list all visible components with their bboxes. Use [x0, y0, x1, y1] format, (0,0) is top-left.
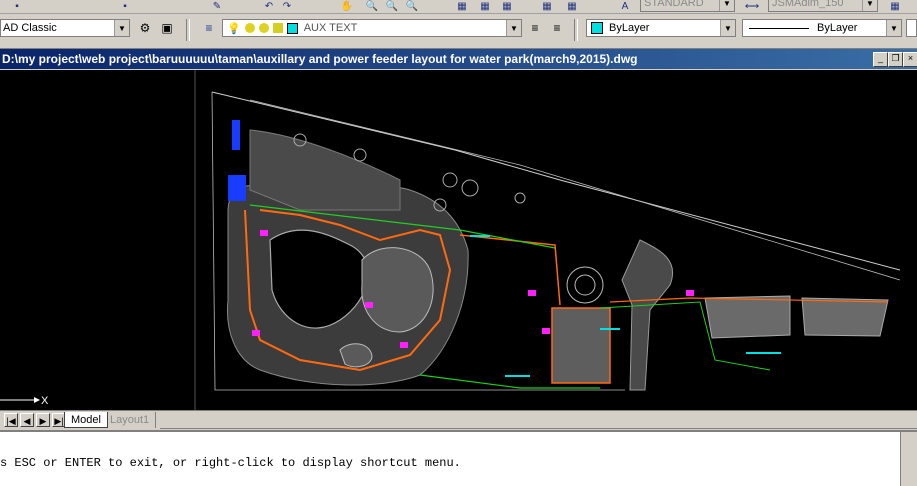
close-button[interactable]: × — [903, 52, 917, 67]
zoom-window-icon[interactable]: 🔍 — [385, 0, 399, 12]
command-window[interactable]: s ESC or ENTER to exit, or right-click t… — [0, 430, 917, 486]
color-swatch — [591, 22, 603, 34]
cad-drawing: X — [0, 70, 901, 410]
linetype-preview — [749, 27, 809, 29]
cable-label — [470, 235, 490, 237]
pump-house-main — [228, 175, 246, 201]
sun-icon — [244, 23, 255, 33]
distribution-panel — [260, 230, 268, 236]
dim-style-select[interactable]: JSMAdim_150 ▼ — [768, 0, 878, 12]
ucs-arrow — [34, 397, 40, 403]
distribution-panel — [365, 302, 373, 308]
toolbar-separator — [186, 19, 190, 41]
cable-label — [600, 328, 620, 330]
distribution-panel — [400, 342, 408, 348]
restore-button[interactable]: ❐ — [888, 52, 903, 67]
cable-label — [746, 352, 781, 354]
island-area — [361, 247, 434, 333]
small-island — [339, 343, 373, 368]
workspace-select[interactable]: AD Classic ▼ — [0, 19, 130, 37]
ucs-x-label: X — [41, 395, 49, 407]
chevron-down-icon: ▼ — [719, 0, 734, 11]
building-cluster — [249, 129, 401, 211]
markup-icon[interactable]: ▦ — [565, 0, 579, 12]
color-select[interactable]: ByLayer ▼ — [586, 19, 736, 37]
layer-manager-icon[interactable]: ≡ — [200, 19, 218, 37]
designcenter-icon[interactable]: ▦ — [478, 0, 492, 12]
prev-tab-icon[interactable]: ◀ — [20, 413, 34, 427]
lineweight-select[interactable] — [906, 19, 917, 37]
distribution-panel — [542, 328, 550, 334]
layers-properties-toolbar: AD Classic ▼ ⚙ ▣ ≡ 💡 AUX TEXT ▼ ≡ ≡ ByLa… — [0, 14, 917, 49]
layer-select[interactable]: 💡 AUX TEXT ▼ — [222, 19, 522, 37]
text-style-icon[interactable]: A — [618, 0, 632, 12]
layer-previous-icon[interactable]: ≡ — [548, 19, 566, 37]
minimize-button[interactable]: _ — [873, 52, 888, 67]
chevron-down-icon: ▼ — [506, 20, 521, 36]
distribution-panel — [252, 330, 260, 336]
pump-house-top — [232, 120, 240, 150]
workspace-settings-icon[interactable]: ⚙ — [136, 19, 154, 37]
drawing-title-bar: D:\my project\web project\baruuuuuu\tama… — [0, 49, 917, 69]
tree — [353, 148, 367, 162]
save-icon[interactable]: ▪ — [10, 0, 24, 12]
next-tab-icon[interactable]: ▶ — [36, 413, 50, 427]
lazy-river-pool — [801, 297, 889, 337]
matchprop-icon[interactable]: ✎ — [210, 0, 224, 12]
properties-icon[interactable]: ▦ — [455, 0, 469, 12]
cable-label — [505, 375, 530, 377]
plant-building — [551, 307, 611, 384]
lightbulb-icon: 💡 — [227, 22, 241, 35]
dim-style-icon[interactable]: ⟷ — [745, 0, 759, 12]
command-prompt-line: s ESC or ENTER to exit, or right-click t… — [0, 456, 461, 470]
tab-layout1[interactable]: Layout1 — [104, 412, 157, 428]
chevron-down-icon: ▼ — [886, 20, 901, 36]
chevron-down-icon: ▼ — [114, 20, 129, 36]
toolbar-separator — [574, 19, 578, 41]
make-current-layer-icon[interactable]: ≡ — [526, 19, 544, 37]
roundabout — [566, 266, 604, 304]
tree — [514, 192, 526, 204]
distribution-panel — [528, 290, 536, 296]
chevron-down-icon: ▼ — [720, 20, 735, 36]
pan-icon[interactable]: ✋ — [340, 0, 354, 12]
text-style-select[interactable]: STANDARD ▼ — [640, 0, 735, 12]
layer-color-swatch — [286, 22, 298, 34]
zoom-realtime-icon[interactable]: 🔍 — [365, 0, 379, 12]
sheetset-icon[interactable]: ▦ — [540, 0, 554, 12]
linetype-select[interactable]: ByLayer ▼ — [742, 19, 902, 37]
undo-icon[interactable]: ↶ — [262, 0, 276, 12]
freeze-viewport-icon — [258, 23, 269, 33]
tab-bar-line — [160, 428, 917, 429]
zoom-previous-icon[interactable]: 🔍 — [405, 0, 419, 12]
toolpalette-icon[interactable]: ▦ — [500, 0, 514, 12]
redo-icon[interactable]: ↷ — [280, 0, 294, 12]
tree — [442, 172, 458, 188]
lock-icon — [272, 23, 283, 33]
roundabout-inner — [574, 274, 596, 296]
table-style-icon[interactable]: ▦ — [888, 0, 902, 12]
first-tab-icon[interactable]: |◀ — [4, 413, 18, 427]
layout-tab-bar: |◀ ◀ ▶ ▶| Model Layout1 — [0, 410, 917, 430]
tree — [461, 179, 479, 197]
distribution-panel — [686, 290, 694, 296]
wave-pool — [704, 295, 791, 339]
water-slide — [621, 239, 674, 391]
standard-toolbar: ▪ ▪ ✎ ↶ ↷ ✋ 🔍 🔍 🔍 ▦ ▦ ▦ ▦ ▦ A STANDARD ▼… — [0, 0, 917, 14]
workspace-save-icon[interactable]: ▣ — [158, 19, 176, 37]
drawing-title: D:\my project\web project\baruuuuuu\tama… — [2, 52, 638, 66]
chevron-down-icon: ▼ — [862, 0, 877, 11]
tab-model[interactable]: Model — [64, 412, 108, 428]
command-scrollbar[interactable] — [900, 432, 917, 486]
drawing-canvas[interactable]: X — [0, 70, 917, 410]
publish-icon[interactable]: ▪ — [118, 0, 132, 12]
